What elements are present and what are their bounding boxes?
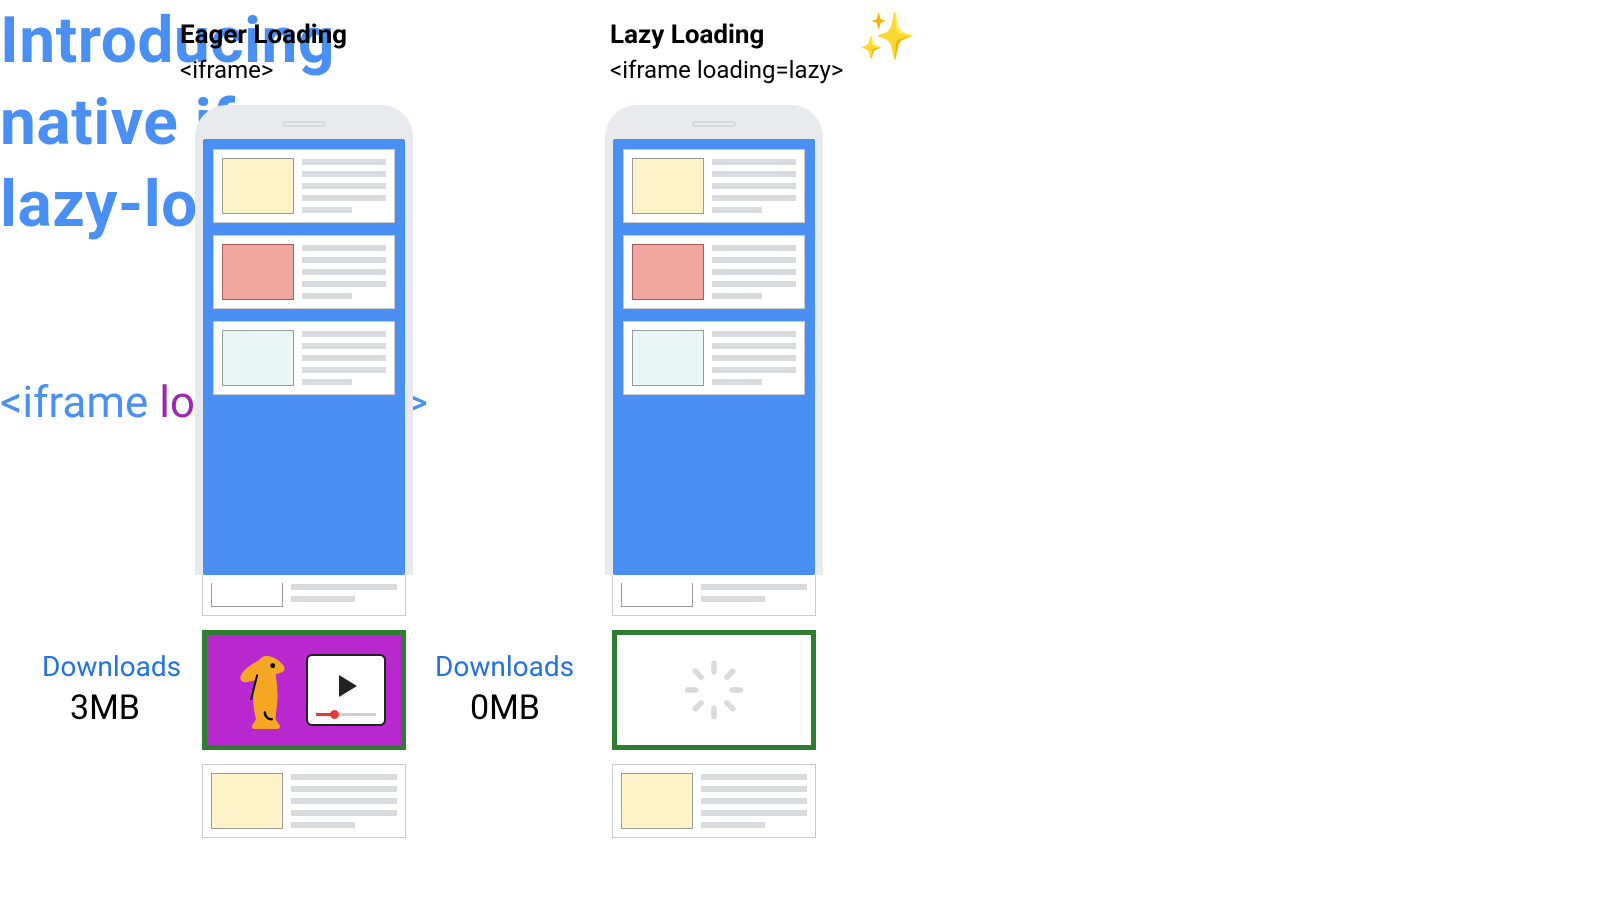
- list-item: [623, 149, 805, 223]
- lazy-downloads-value: 0MB: [470, 688, 540, 728]
- eager-subtitle: <iframe>: [180, 56, 273, 84]
- list-item: [213, 235, 395, 309]
- list-item: [623, 321, 805, 395]
- phone-lazy: [605, 105, 823, 575]
- list-item: [623, 235, 805, 309]
- dog-icon: [222, 646, 300, 734]
- thumbnail: [632, 244, 704, 300]
- thumbnail: [211, 773, 283, 829]
- thumbnail: [222, 330, 294, 386]
- lazy-downloads-label: Downloads: [435, 650, 574, 683]
- code-tag-open: <iframe: [0, 376, 159, 428]
- player-progress: [316, 713, 376, 716]
- video-content: [207, 635, 401, 745]
- phone-speaker: [692, 121, 736, 127]
- list-item: [213, 321, 395, 395]
- list-item: [213, 149, 395, 223]
- eager-downloads-label: Downloads: [42, 650, 181, 683]
- below-fold-eager: [202, 575, 406, 852]
- play-icon: [339, 675, 357, 697]
- list-item: [612, 575, 816, 616]
- list-item: [202, 575, 406, 616]
- list-item: [612, 764, 816, 838]
- spinner-icon: [679, 655, 749, 725]
- offscreen-iframe-deferred: [612, 630, 816, 750]
- video-player-icon: [306, 654, 386, 726]
- thumbnail: [632, 158, 704, 214]
- phone-screen: [613, 139, 815, 575]
- thumbnail: [222, 158, 294, 214]
- thumbnail-continuation: [621, 583, 693, 607]
- thumbnail: [621, 773, 693, 829]
- text-lines: [302, 158, 386, 214]
- thumbnail: [222, 244, 294, 300]
- offscreen-iframe-loaded: [202, 630, 406, 750]
- phone-speaker: [282, 121, 326, 127]
- lazy-title: Lazy Loading: [610, 20, 764, 50]
- eager-downloads-value: 3MB: [70, 688, 140, 728]
- phone-screen: [203, 139, 405, 575]
- thumbnail: [632, 330, 704, 386]
- thumbnail-continuation: [211, 583, 283, 607]
- below-fold-lazy: [612, 575, 816, 852]
- eager-title: Eager Loading: [180, 20, 347, 50]
- sparkles-icon: ✨: [858, 10, 915, 64]
- list-item: [202, 764, 406, 838]
- lazy-subtitle: <iframe loading=lazy>: [610, 56, 843, 84]
- phone-eager: [195, 105, 413, 575]
